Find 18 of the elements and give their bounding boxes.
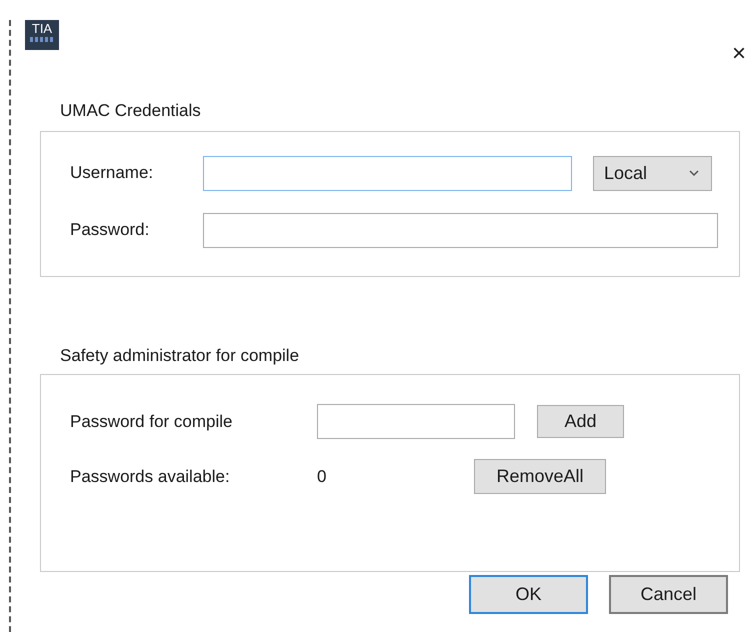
field-label: Passwords available: xyxy=(70,466,231,488)
field-label: Password for compile xyxy=(70,410,234,433)
scope-dropdown[interactable]: Local xyxy=(593,156,712,190)
close-button[interactable]: × xyxy=(732,42,746,66)
app-logo: TIA xyxy=(25,20,59,50)
compile-password-field[interactable] xyxy=(317,404,515,439)
username-field[interactable] xyxy=(203,156,572,190)
group-title: Safety administrator for compile xyxy=(60,344,300,366)
group-title: UMAC Credentials xyxy=(60,100,202,122)
dialog-button[interactable]: Cancel xyxy=(609,575,728,614)
remove-all-button[interactable]: RemoveAll xyxy=(474,459,606,494)
field-label: Password: xyxy=(70,219,150,242)
password-field[interactable] xyxy=(203,212,718,248)
add-button[interactable]: Add xyxy=(537,405,624,438)
field-label: Username: xyxy=(70,162,154,184)
chevron-down-icon xyxy=(689,170,699,176)
dialog-button[interactable]: OK xyxy=(469,575,588,614)
password-count: 0 xyxy=(317,466,328,488)
